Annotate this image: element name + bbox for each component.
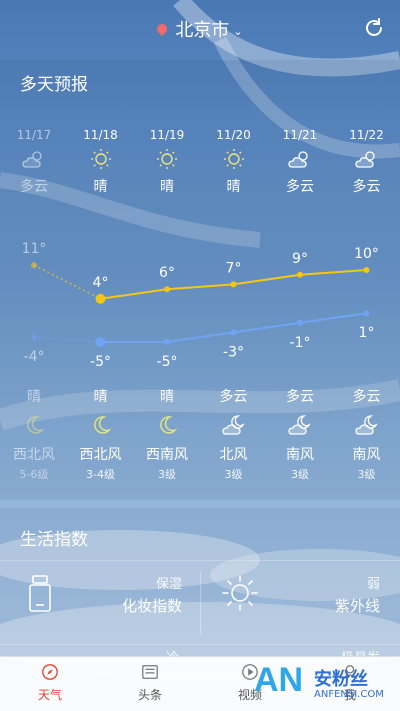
index-uv-level: 弱 — [366, 577, 380, 592]
high-temp-point — [95, 293, 106, 304]
high-temp-point — [297, 271, 303, 278]
watermark-text: 安粉丝 — [314, 669, 368, 690]
high-temp-label: 4° — [93, 275, 109, 291]
watermark-site: ANFENSI.COM — [314, 689, 384, 700]
high-temp-point — [164, 286, 170, 293]
high-temp-point — [230, 281, 237, 288]
high-temp-label: 9° — [292, 251, 308, 267]
tab-weather-label: 天气 — [37, 688, 62, 702]
life-index-title: 生活指数 — [20, 530, 88, 550]
sun-outline-icon — [222, 575, 258, 611]
tab-news-label: 头条 — [137, 688, 162, 702]
index-makeup[interactable]: 保湿 化妆指数 — [0, 561, 200, 645]
low-temp-point — [95, 337, 106, 347]
low-temp-label: -5° — [90, 354, 111, 370]
index-makeup-level: 保湿 — [155, 577, 182, 592]
low-temp-point — [363, 310, 370, 317]
bottom-tab-bar: 天气 头条 视频 我 AN 安粉丝 ANFENSI.COM — [0, 656, 400, 711]
high-temp-label: 11° — [22, 241, 47, 257]
low-temp-point — [297, 319, 303, 326]
low-temp-point — [31, 334, 37, 341]
high-temp-label: 10° — [354, 246, 379, 262]
index-uv[interactable]: 弱 紫外线 — [200, 561, 400, 645]
low-temp-label: -1° — [290, 335, 311, 351]
index-uv-name: 紫外线 — [334, 597, 380, 615]
low-temp-point — [230, 329, 237, 336]
index-makeup-name: 化妆指数 — [121, 597, 182, 615]
watermark: AN 安粉丝 ANFENSI.COM — [250, 657, 400, 711]
low-temp-point — [164, 339, 170, 345]
watermark-brand: AN — [254, 661, 304, 699]
high-temp-past-segment — [33, 264, 101, 300]
life-index-row: 保湿 化妆指数 弱 紫外线 — [0, 560, 400, 645]
low-temp-past-segment — [33, 336, 101, 343]
low-temp-label: -5° — [157, 354, 178, 370]
high-temp-point — [363, 267, 370, 273]
low-temp-label: 1° — [359, 325, 375, 341]
tab-weather[interactable]: 天气 — [0, 657, 100, 711]
news-icon — [142, 665, 158, 679]
tab-news[interactable]: 头条 — [100, 657, 200, 711]
high-temp-point — [31, 262, 37, 269]
low-temp-label: -4° — [24, 349, 45, 365]
bottle-icon — [29, 575, 51, 612]
low-temp-line — [100, 312, 367, 343]
high-temp-label: 6° — [159, 265, 175, 281]
high-temp-label: 7° — [226, 260, 242, 276]
low-temp-label: -3° — [223, 344, 244, 360]
compass-icon — [42, 664, 58, 680]
